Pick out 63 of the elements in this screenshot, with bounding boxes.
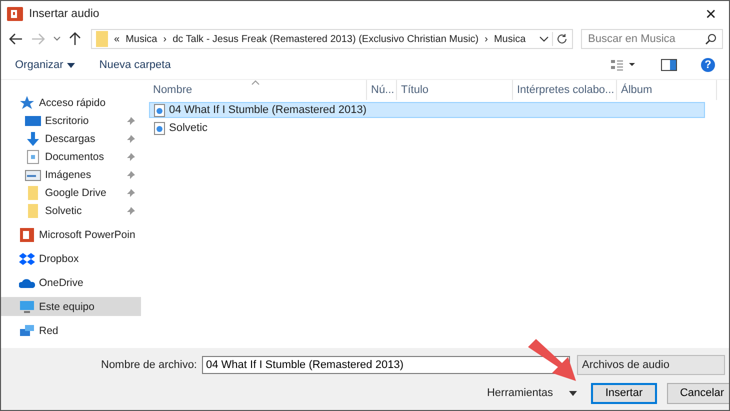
- sidebar-item[interactable]: Google Drive: [1, 184, 141, 202]
- network-icon: [19, 324, 35, 338]
- insert-button[interactable]: Insertar: [591, 382, 657, 404]
- close-button[interactable]: ✕: [699, 6, 723, 22]
- new-folder-button[interactable]: Nueva carpeta: [99, 59, 171, 71]
- sidebar-item[interactable]: OneDrive: [1, 273, 141, 292]
- document-icon: [25, 150, 41, 164]
- computer-icon: [19, 300, 35, 314]
- folder-icon: [25, 186, 41, 200]
- window-title: Insertar audio: [29, 8, 100, 20]
- tools-menu[interactable]: Herramientas: [486, 387, 553, 399]
- sidebar-item[interactable]: Solvetic: [1, 202, 141, 220]
- audio-file-icon: [154, 104, 165, 116]
- sidebar-item[interactable]: Imágenes: [1, 166, 141, 184]
- file-name-label: Nombre de archivo:: [101, 358, 197, 370]
- sidebar-item[interactable]: Dropbox: [1, 249, 141, 268]
- address-bar[interactable]: « Musica › dc Talk - Jesus Freak (Remastered 2013) (Exclusivo Christian Music) › Musica: [91, 29, 573, 49]
- sidebar-item[interactable]: Microsoft PowerPoin: [1, 225, 141, 244]
- sidebar-item[interactable]: Este equipo: [1, 297, 141, 316]
- column-header[interactable]: Intérpretes colabo...: [513, 80, 617, 100]
- column-header[interactable]: Nombre: [149, 80, 367, 100]
- audio-file-icon: [154, 122, 165, 134]
- star-icon: [19, 96, 35, 110]
- presentation-icon: [19, 228, 35, 242]
- sidebar-item[interactable]: Escritorio: [1, 112, 141, 130]
- breadcrumb-separator[interactable]: ›: [484, 34, 488, 44]
- breadcrumb-item[interactable]: Musica: [126, 34, 158, 44]
- column-header[interactable]: Nú...: [367, 80, 397, 100]
- search-icon[interactable]: [705, 33, 717, 45]
- back-icon[interactable]: [9, 33, 23, 45]
- help-button[interactable]: ?: [701, 58, 715, 72]
- sidebar-item[interactable]: Red: [1, 321, 141, 340]
- breadcrumb-overflow[interactable]: «: [114, 34, 120, 44]
- file-row[interactable]: Solvetic: [149, 120, 705, 136]
- sort-icon: [251, 80, 260, 85]
- search-field[interactable]: Buscar en Musica: [581, 29, 723, 49]
- breadcrumb-separator[interactable]: ›: [163, 34, 167, 44]
- sidebar-item[interactable]: Acceso rápido: [1, 94, 141, 112]
- file-row[interactable]: 04 What If I Stumble (Remastered 2013): [149, 102, 705, 118]
- cancel-button[interactable]: Cancelar: [667, 382, 729, 404]
- organize-menu[interactable]: Organizar: [15, 59, 64, 71]
- folder-icon: [25, 204, 41, 218]
- refresh-icon[interactable]: [556, 33, 568, 45]
- caret-icon[interactable]: [67, 62, 76, 68]
- diamonds-icon: [19, 252, 35, 266]
- file-name-field[interactable]: 04 What If I Stumble (Remastered 2013): [202, 356, 570, 374]
- sidebar-item[interactable]: Documentos: [1, 148, 141, 166]
- preview-pane-icon[interactable]: [661, 59, 677, 71]
- breadcrumb-item[interactable]: Musica: [494, 34, 526, 44]
- column-header[interactable]: Título: [397, 80, 513, 100]
- breadcrumb-item[interactable]: dc Talk - Jesus Freak (Remastered 2013) (Exclusivo Christian Music): [172, 34, 479, 44]
- desktop-icon: [25, 116, 41, 126]
- presentation-icon: [7, 6, 23, 22]
- dropdown-icon[interactable]: [539, 35, 549, 43]
- file-type-dropdown[interactable]: Archivos de audio: [577, 354, 725, 374]
- download-icon: [25, 132, 41, 146]
- folder-icon: [96, 31, 108, 47]
- column-header[interactable]: Álbum: [617, 80, 717, 100]
- image-icon: [25, 170, 41, 180]
- view-options-icon[interactable]: [611, 59, 637, 71]
- up-icon[interactable]: [69, 32, 81, 46]
- caret-icon[interactable]: [569, 390, 577, 396]
- sidebar-item[interactable]: Descargas: [1, 130, 141, 148]
